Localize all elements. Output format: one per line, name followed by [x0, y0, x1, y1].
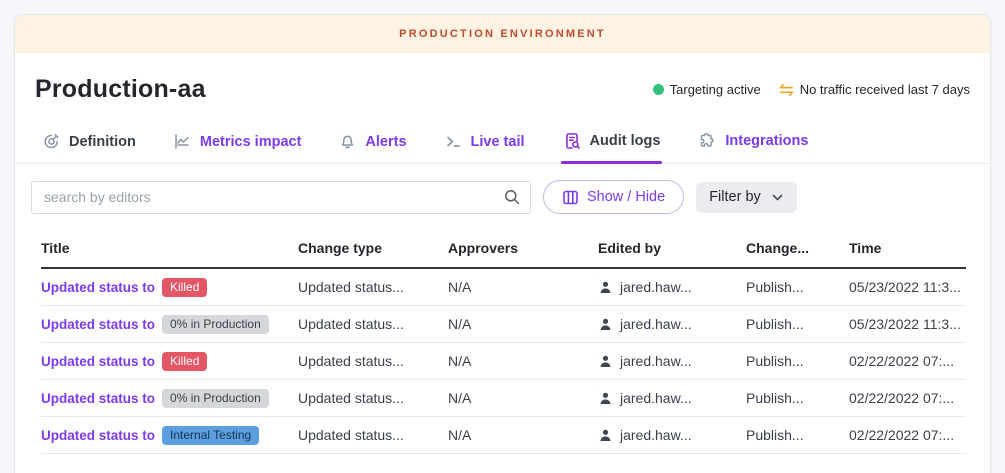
search-input[interactable] [31, 181, 531, 214]
traffic-status-label: No traffic received last 7 days [800, 82, 970, 97]
target-pen-icon [43, 133, 60, 150]
toolbar: Show / Hide Filter by [15, 164, 990, 228]
tab-integrations-label: Integrations [725, 133, 808, 149]
environment-card: PRODUCTION ENVIRONMENT Production-aa Tar… [14, 14, 991, 473]
row-title-link[interactable]: Updated status to [41, 391, 155, 406]
row-change-type: Updated status... [298, 316, 448, 332]
tab-audit-logs-label: Audit logs [590, 133, 661, 149]
table-row[interactable]: Updated status to Killed Updated status.… [41, 269, 966, 306]
tab-alerts-label: Alerts [365, 134, 406, 150]
row-time: 02/22/2022 07:... [849, 427, 966, 443]
row-time: 02/22/2022 07:... [849, 353, 966, 369]
person-icon [598, 354, 613, 369]
row-change-type: Updated status... [298, 427, 448, 443]
row-title-link[interactable]: Updated status to [41, 354, 155, 369]
tab-integrations[interactable]: Integrations [696, 122, 810, 163]
table-row[interactable]: Updated status to 0% in Production Updat… [41, 306, 966, 343]
row-change-type: Updated status... [298, 279, 448, 295]
row-change: Publish... [746, 353, 849, 369]
tab-metrics-impact-label: Metrics impact [200, 134, 302, 150]
traffic-status: No traffic received last 7 days [779, 82, 970, 97]
row-approvers: N/A [448, 353, 598, 369]
column-header-change-type[interactable]: Change type [298, 240, 448, 256]
table-header-row: Title Change type Approvers Edited by Ch… [41, 228, 966, 269]
status-badge: Killed [162, 352, 207, 371]
filter-by-label: Filter by [709, 189, 761, 205]
row-time: 05/23/2022 11:3... [849, 279, 966, 295]
column-header-time[interactable]: Time [849, 240, 966, 256]
row-change-type: Updated status... [298, 390, 448, 406]
tab-bar: Definition Metrics impact Alerts [15, 118, 990, 164]
row-edited-by: jared.haw... [620, 390, 692, 406]
status-badge: 0% in Production [162, 315, 269, 334]
column-header-edited-by[interactable]: Edited by [598, 240, 746, 256]
column-header-approvers[interactable]: Approvers [448, 240, 598, 256]
environment-banner-label: PRODUCTION ENVIRONMENT [399, 28, 606, 40]
targeting-status-label: Targeting active [670, 82, 761, 97]
environment-banner: PRODUCTION ENVIRONMENT [15, 15, 990, 53]
tab-alerts[interactable]: Alerts [337, 123, 408, 163]
row-approvers: N/A [448, 316, 598, 332]
columns-icon [562, 189, 579, 206]
row-approvers: N/A [448, 427, 598, 443]
chevron-down-icon [771, 191, 784, 204]
table-row[interactable]: Updated status to 0% in Production Updat… [41, 380, 966, 417]
column-header-title[interactable]: Title [41, 240, 298, 256]
table-row[interactable]: Updated status to Killed Updated status.… [41, 343, 966, 380]
swap-arrows-icon [779, 83, 794, 97]
bell-icon [339, 133, 356, 150]
table-row[interactable]: Updated status to Internal Testing Updat… [41, 417, 966, 454]
tab-live-tail[interactable]: Live tail [443, 123, 527, 163]
show-hide-label: Show / Hide [587, 189, 665, 205]
status-badge: Internal Testing [162, 426, 259, 445]
tab-live-tail-label: Live tail [471, 134, 525, 150]
column-header-change[interactable]: Change... [746, 240, 849, 256]
tab-audit-logs[interactable]: Audit logs [561, 122, 663, 163]
audit-log-table: Title Change type Approvers Edited by Ch… [15, 228, 990, 454]
row-time: 05/23/2022 11:3... [849, 316, 966, 332]
targeting-status: Targeting active [653, 82, 761, 97]
row-approvers: N/A [448, 279, 598, 295]
green-dot-icon [653, 84, 664, 95]
tab-definition-label: Definition [69, 134, 136, 150]
search-wrap [31, 181, 531, 214]
row-edited-by: jared.haw... [620, 427, 692, 443]
puzzle-icon [698, 132, 716, 150]
row-edited-by: jared.haw... [620, 353, 692, 369]
filter-by-button[interactable]: Filter by [696, 182, 797, 213]
row-edited-by: jared.haw... [620, 279, 692, 295]
person-icon [598, 280, 613, 295]
page-header: Production-aa Targeting active No traffi… [15, 53, 990, 118]
tab-metrics-impact[interactable]: Metrics impact [172, 123, 304, 163]
terminal-icon [445, 133, 462, 150]
status-group: Targeting active No traffic received las… [653, 82, 970, 97]
person-icon [598, 317, 613, 332]
row-approvers: N/A [448, 390, 598, 406]
row-change: Publish... [746, 316, 849, 332]
search-icon [503, 188, 521, 206]
person-icon [598, 391, 613, 406]
row-title-link[interactable]: Updated status to [41, 428, 155, 443]
row-edited-by: jared.haw... [620, 316, 692, 332]
row-change: Publish... [746, 279, 849, 295]
show-hide-button[interactable]: Show / Hide [543, 180, 684, 214]
row-title-link[interactable]: Updated status to [41, 317, 155, 332]
document-search-icon [563, 132, 581, 150]
row-change: Publish... [746, 427, 849, 443]
person-icon [598, 428, 613, 443]
page-title: Production-aa [35, 75, 206, 104]
status-badge: Killed [162, 278, 207, 297]
line-chart-icon [174, 133, 191, 150]
row-time: 02/22/2022 07:... [849, 390, 966, 406]
row-title-link[interactable]: Updated status to [41, 280, 155, 295]
row-change-type: Updated status... [298, 353, 448, 369]
tab-definition[interactable]: Definition [41, 123, 138, 163]
status-badge: 0% in Production [162, 389, 269, 408]
row-change: Publish... [746, 390, 849, 406]
